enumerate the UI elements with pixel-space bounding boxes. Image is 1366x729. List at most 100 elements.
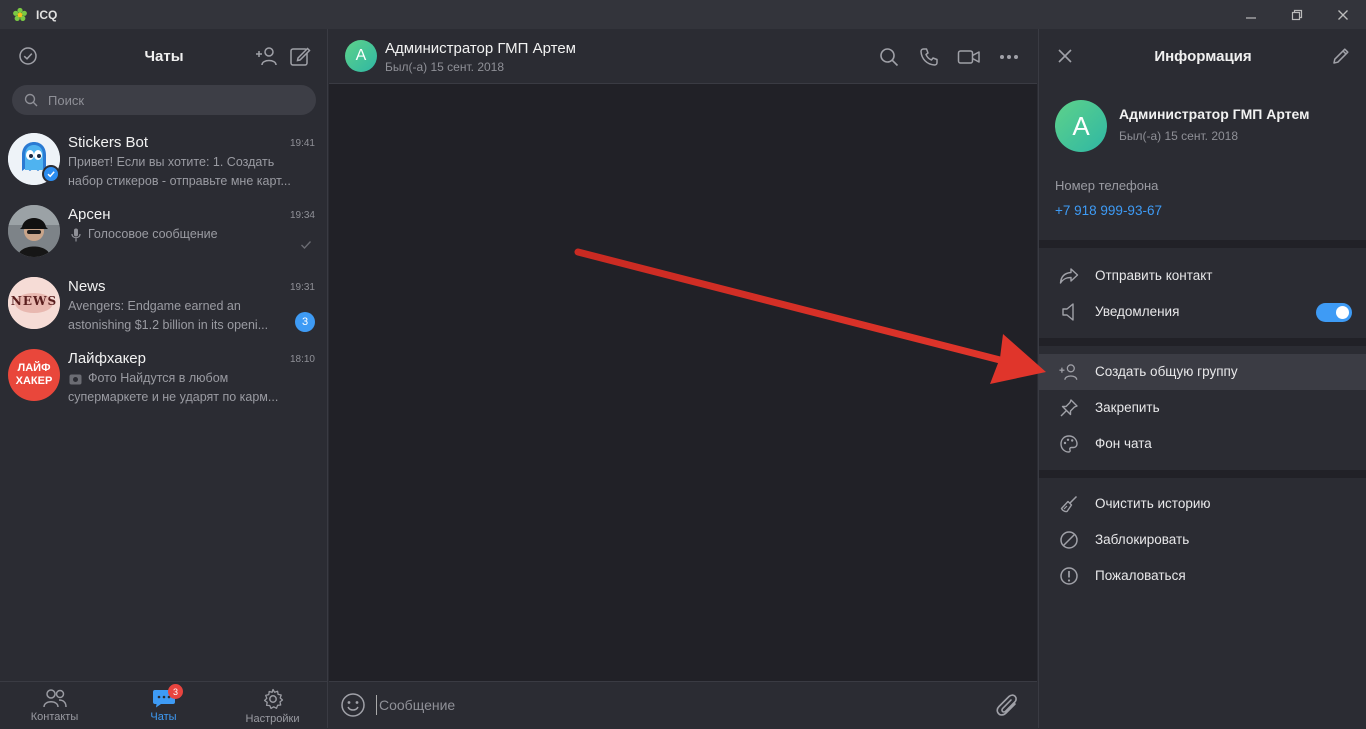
menu-label: Пожаловаться xyxy=(1095,568,1186,583)
verified-badge-icon xyxy=(42,165,60,183)
pin-icon xyxy=(1060,399,1078,417)
restore-icon xyxy=(1291,9,1303,20)
app-title: ICQ xyxy=(36,7,58,22)
chat-preview: Фото Найдутся в любом супермаркете и не … xyxy=(68,369,314,407)
emoji-button[interactable] xyxy=(340,692,366,718)
close-icon xyxy=(1338,9,1348,20)
phone-number-link[interactable]: +7 918 999-93-67 xyxy=(1055,203,1162,218)
add-contact-icon xyxy=(1059,364,1078,380)
chat-preview-line: astonishing $1.2 billion in its openi... xyxy=(68,318,269,332)
chat-item-lifehacker[interactable]: ЛАЙФ ХАКЕР Лайфхакер 18:10 Фото Найдутся… xyxy=(0,341,328,413)
contact-status: Был(-а) 15 сент. 2018 xyxy=(1119,129,1239,143)
chat-list-header: Чаты xyxy=(0,29,328,83)
divider xyxy=(1039,338,1366,346)
avatar[interactable]: А xyxy=(345,40,377,72)
report-icon xyxy=(1060,567,1078,585)
lifehacker-avatar-line: ХАКЕР xyxy=(15,375,53,387)
chat-name: Stickers Bot xyxy=(68,134,149,151)
send-contact-item[interactable]: Отправить контакт xyxy=(1039,258,1366,294)
chat-time: 18:10 xyxy=(289,354,315,365)
title-bar: ICQ xyxy=(0,0,1366,29)
chat-time: 19:41 xyxy=(289,138,315,149)
chat-name: Лайфхакер xyxy=(68,350,146,367)
pin-item[interactable]: Закрепить xyxy=(1039,390,1366,426)
chat-preview-line: набор стикеров - отправьте мне карт... xyxy=(68,174,291,188)
gear-icon xyxy=(263,688,283,710)
close-window-button[interactable] xyxy=(1320,0,1366,29)
minimize-icon xyxy=(1246,16,1256,19)
compose-button[interactable] xyxy=(288,44,312,68)
search-input[interactable] xyxy=(46,91,296,109)
chat-background-item[interactable]: Фон чата xyxy=(1039,426,1366,462)
avatar[interactable]: А xyxy=(1055,100,1107,152)
chat-time: 19:34 xyxy=(289,210,315,221)
create-group-item[interactable]: Создать общую группу xyxy=(1039,354,1366,390)
chat-preview: Привет! Если вы хотите: 1. Создать набор… xyxy=(68,153,314,191)
video-call-button[interactable] xyxy=(957,45,981,69)
chat-item-arsen[interactable]: Арсен 19:34 Голосовое сообщение xyxy=(0,197,328,269)
select-chats-button[interactable] xyxy=(16,44,40,68)
message-area xyxy=(329,84,1037,681)
message-input[interactable] xyxy=(376,695,976,715)
nav-settings[interactable]: Настройки xyxy=(218,682,327,729)
restore-button[interactable] xyxy=(1274,0,1320,29)
nav-chats[interactable]: Чаты 3 xyxy=(109,682,218,729)
avatar: NEWS xyxy=(8,277,60,329)
search-bar[interactable] xyxy=(12,85,316,115)
divider xyxy=(1039,470,1366,478)
call-button[interactable] xyxy=(917,45,941,69)
divider xyxy=(1039,240,1366,248)
chat-list: Stickers Bot 19:41 Привет! Если вы хотит… xyxy=(0,125,328,413)
message-composer xyxy=(329,681,1037,728)
attach-button[interactable] xyxy=(995,692,1021,720)
chat-time: 19:31 xyxy=(289,282,315,293)
minimize-button[interactable] xyxy=(1228,0,1274,29)
chat-preview: Avengers: Endgame earned an astonishing … xyxy=(68,297,290,335)
palette-icon xyxy=(1060,435,1078,453)
notifications-toggle[interactable] xyxy=(1316,303,1352,322)
unread-badge: 3 xyxy=(295,312,315,332)
chat-item-stickers-bot[interactable]: Stickers Bot 19:41 Привет! Если вы хотит… xyxy=(0,125,328,197)
menu-label: Заблокировать xyxy=(1095,532,1190,547)
speaker-icon xyxy=(1062,303,1074,321)
photo-icon xyxy=(69,374,82,385)
conversation-header: А Администратор ГМП Артем Был(-а) 15 сен… xyxy=(329,29,1037,84)
avatar xyxy=(8,205,60,257)
chat-preview-line: Голосовое сообщение xyxy=(88,227,218,241)
block-icon xyxy=(1060,531,1078,549)
avatar-photo-icon xyxy=(8,205,60,257)
chat-preview-line: Avengers: Endgame earned an xyxy=(68,299,241,313)
smile-icon xyxy=(341,693,365,717)
compose-icon xyxy=(290,47,311,66)
edit-contact-button[interactable] xyxy=(1331,46,1351,66)
block-item[interactable]: Заблокировать xyxy=(1039,522,1366,558)
info-title: Информация xyxy=(1154,48,1252,65)
more-icon xyxy=(1000,55,1018,59)
nav-label: Настройки xyxy=(245,713,300,725)
search-icon xyxy=(24,93,38,107)
pencil-icon xyxy=(1333,48,1349,64)
news-avatar-logo: NEWS xyxy=(10,294,58,308)
microphone-icon xyxy=(71,228,81,242)
chat-preview-line: супермаркете и не ударят по карм... xyxy=(68,390,279,404)
nav-label: Чаты xyxy=(150,711,177,723)
add-contact-icon xyxy=(256,47,277,66)
check-circle-icon xyxy=(19,47,37,65)
more-button[interactable] xyxy=(997,45,1021,69)
report-item[interactable]: Пожаловаться xyxy=(1039,558,1366,594)
nav-unread-badge: 3 xyxy=(168,684,183,699)
contact-name[interactable]: Администратор ГМП Артем xyxy=(385,40,576,57)
chat-list-panel: Чаты Stickers Bo xyxy=(0,29,328,728)
clear-history-item[interactable]: Очистить историю xyxy=(1039,486,1366,522)
add-contact-button[interactable] xyxy=(255,44,279,68)
chat-item-news[interactable]: NEWS News 19:31 Avengers: Endgame earned… xyxy=(0,269,328,341)
search-in-chat-button[interactable] xyxy=(877,45,901,69)
menu-label: Отправить контакт xyxy=(1095,268,1213,283)
menu-label: Создать общую группу xyxy=(1095,364,1238,379)
notifications-item[interactable]: Уведомления xyxy=(1039,294,1366,330)
nav-contacts[interactable]: Контакты xyxy=(0,682,109,729)
contacts-icon xyxy=(42,689,67,708)
menu-label: Уведомления xyxy=(1095,304,1180,319)
contact-status: Был(-а) 15 сент. 2018 xyxy=(385,60,505,74)
phone-label: Номер телефона xyxy=(1055,178,1159,193)
